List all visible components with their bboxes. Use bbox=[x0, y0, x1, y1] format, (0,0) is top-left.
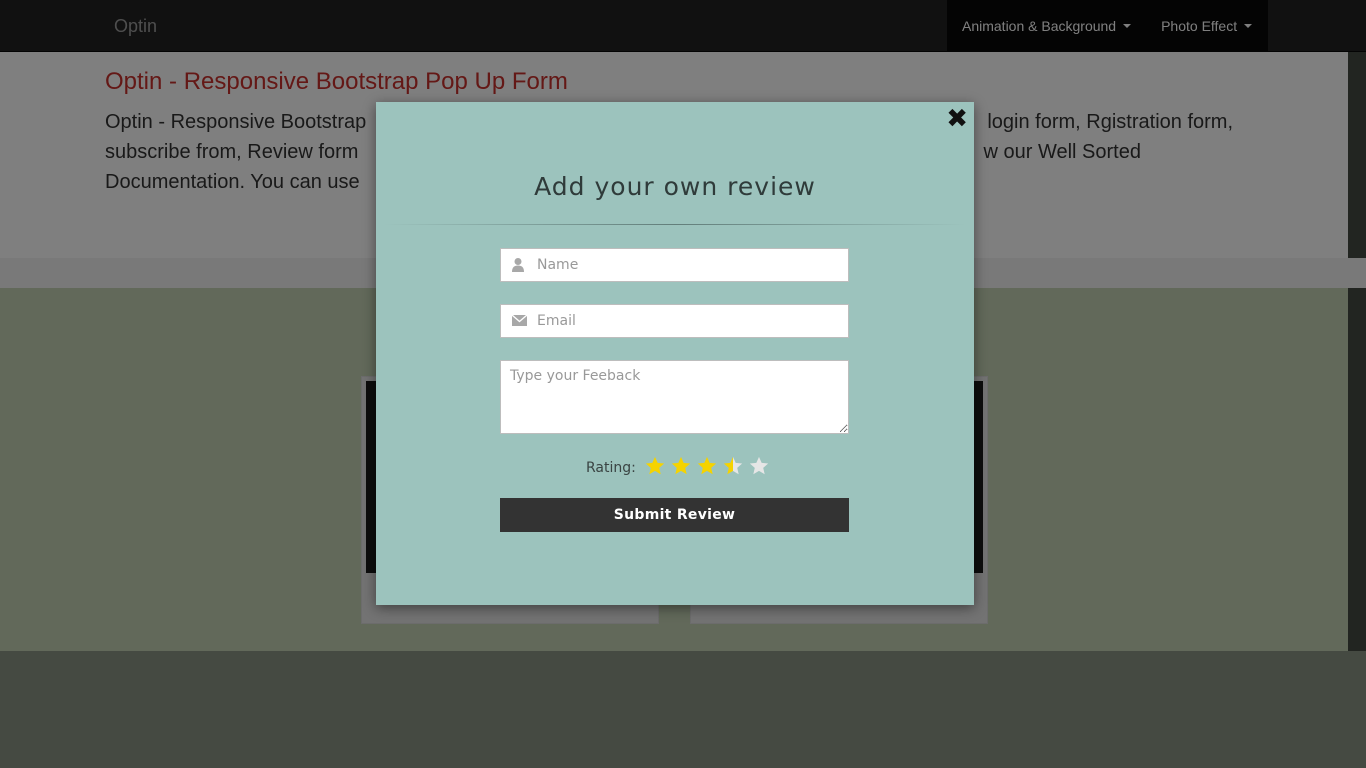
email-input[interactable] bbox=[531, 305, 848, 337]
rating-label: Rating: bbox=[586, 460, 636, 476]
star-icon[interactable] bbox=[670, 455, 692, 477]
submit-review-button[interactable]: Submit Review bbox=[500, 498, 849, 532]
user-icon bbox=[512, 258, 524, 272]
review-modal: ✖ Add your own review Rating: Submit Rev… bbox=[376, 102, 974, 605]
star-icon[interactable] bbox=[644, 455, 666, 477]
star-rating bbox=[644, 455, 774, 477]
divider bbox=[384, 224, 966, 225]
star-icon[interactable] bbox=[696, 455, 718, 477]
star-icon[interactable] bbox=[722, 455, 744, 477]
feedback-field bbox=[500, 360, 849, 434]
rating-row: Rating: bbox=[586, 455, 774, 477]
name-field bbox=[500, 248, 849, 282]
star-icon[interactable] bbox=[748, 455, 770, 477]
email-field bbox=[500, 304, 849, 338]
close-icon[interactable]: ✖ bbox=[946, 104, 968, 134]
modal-title: Add your own review bbox=[534, 172, 816, 201]
name-input[interactable] bbox=[531, 249, 848, 281]
feedback-textarea[interactable] bbox=[500, 360, 849, 434]
envelope-icon bbox=[511, 314, 528, 326]
